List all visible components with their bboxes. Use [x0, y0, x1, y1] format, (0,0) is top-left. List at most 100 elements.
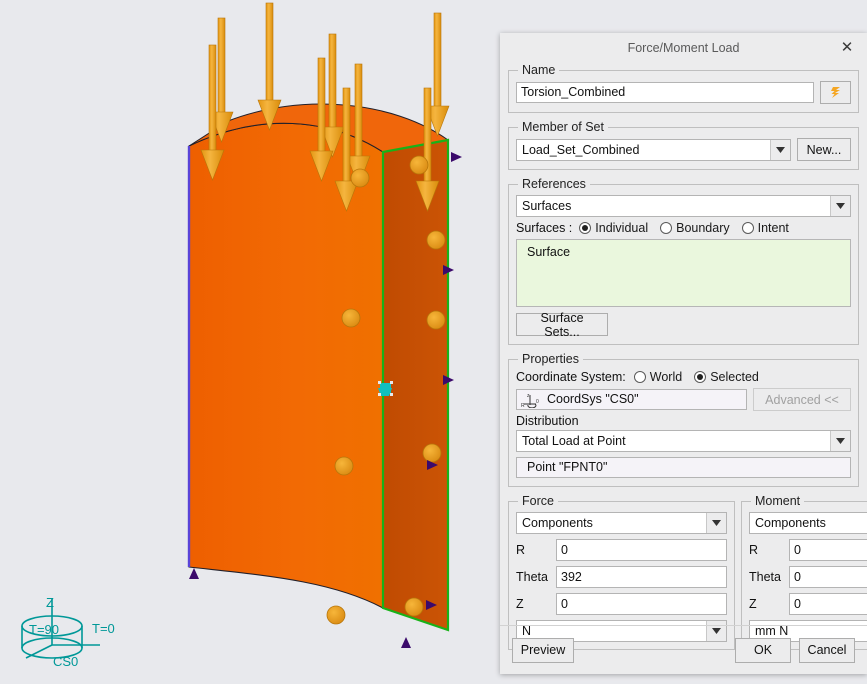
distribution-row: Total Load at Point: [516, 430, 851, 452]
moment-z-label: Z: [749, 597, 757, 611]
force-r-input[interactable]: [556, 539, 727, 561]
radio-world[interactable]: World: [633, 370, 683, 384]
triad-t90-label: T=90: [29, 622, 59, 637]
radio-boundary-dot: [660, 222, 673, 234]
distribution-label: Distribution: [516, 414, 579, 428]
load-point-marker: [378, 381, 393, 396]
new-set-button[interactable]: New...: [797, 138, 851, 161]
chevron-down-icon[interactable]: [830, 431, 850, 451]
ok-button[interactable]: OK: [735, 637, 791, 663]
triad-t0-label: T=0: [92, 621, 115, 636]
moment-z-row: Z: [749, 593, 867, 615]
member-of-set-row: Load_Set_Combined New...: [516, 138, 851, 161]
force-legend: Force: [522, 494, 554, 508]
radio-world-label: World: [649, 370, 683, 384]
force-moment-load-dialog: Force/Moment Load ✕ Name Member of Set L…: [500, 33, 867, 674]
name-row: [516, 81, 851, 104]
force-theta-input[interactable]: [556, 566, 727, 588]
moment-r-row: R: [749, 539, 867, 561]
load-type-icon: [830, 86, 840, 98]
radio-individual[interactable]: Individual: [579, 221, 648, 235]
surface-load-dot: [409, 155, 429, 175]
dialog-body: Name Member of Set Load_Set_Combined: [500, 63, 867, 650]
radio-individual-dot: [579, 222, 592, 234]
triad-z-label: Z: [46, 595, 54, 610]
force-mode-value: Components: [522, 516, 593, 530]
radio-intent[interactable]: Intent: [741, 221, 789, 235]
surface-load-dot: [422, 443, 442, 463]
moment-mode-row: Components: [749, 512, 867, 534]
force-z-row: Z: [516, 593, 727, 615]
properties-legend: Properties: [522, 352, 579, 366]
coordinate-system-row: z R 0 CoordSys "CS0" Advanced <<: [516, 388, 851, 411]
name-group: Name: [508, 63, 859, 113]
force-theta-row: Theta: [516, 566, 727, 588]
force-mode-row: Components: [516, 512, 727, 534]
force-mode-combo[interactable]: Components: [516, 512, 727, 534]
model-side-face: [383, 140, 448, 630]
coordinate-system-field[interactable]: z R 0 CoordSys "CS0": [516, 389, 747, 410]
surface-load-dot: [404, 597, 424, 617]
radio-intent-dot: [741, 222, 754, 234]
triad-cs-label: CS0: [53, 654, 78, 669]
radio-boundary[interactable]: Boundary: [660, 221, 730, 235]
radio-intent-label: Intent: [757, 221, 789, 235]
name-input[interactable]: [516, 82, 814, 103]
references-group: References Surfaces Surfaces : Individua…: [508, 177, 859, 345]
surface-load-dot: [350, 168, 370, 188]
surface-load-dot: [426, 310, 446, 330]
moment-legend: Moment: [755, 494, 801, 508]
surface-list[interactable]: Surface: [516, 239, 851, 307]
moment-theta-input[interactable]: [789, 566, 867, 588]
coordinate-system-value: CoordSys "CS0": [547, 392, 639, 406]
member-of-set-combo[interactable]: Load_Set_Combined: [516, 138, 791, 161]
surfaces-label: Surfaces :: [516, 221, 573, 235]
chevron-down-icon[interactable]: [830, 196, 850, 216]
force-z-input[interactable]: [556, 593, 727, 615]
point-field[interactable]: Point "FPNT0": [516, 457, 851, 478]
list-item[interactable]: Surface: [527, 245, 850, 259]
surface-load-dot: [326, 605, 346, 625]
surface-load-dot: [334, 456, 354, 476]
moment-r-label: R: [749, 543, 759, 557]
distribution-value: Total Load at Point: [522, 434, 626, 448]
svg-text:R: R: [521, 403, 525, 408]
cancel-button[interactable]: Cancel: [799, 637, 855, 663]
references-type-combo[interactable]: Surfaces: [516, 195, 851, 217]
references-legend: References: [522, 177, 586, 191]
coordinate-system-label: Coordinate System:: [516, 370, 626, 384]
load-type-icon-button[interactable]: [820, 81, 851, 104]
point-value: Point "FPNT0": [527, 460, 608, 474]
member-of-set-group: Member of Set Load_Set_Combined New...: [508, 120, 859, 170]
surfaces-mode-radios: Surfaces : Individual Boundary Intent: [516, 221, 851, 235]
close-icon[interactable]: ✕: [837, 38, 857, 58]
radio-selected[interactable]: Selected: [694, 370, 759, 384]
surface-load-dot: [426, 230, 446, 250]
dialog-title: Force/Moment Load: [627, 41, 740, 55]
radio-selected-dot: [694, 371, 707, 383]
surface-load-dot: [341, 308, 361, 328]
advanced-button[interactable]: Advanced <<: [753, 388, 851, 411]
footer-right-buttons: OK Cancel: [735, 637, 855, 663]
dialog-titlebar: Force/Moment Load ✕: [500, 33, 867, 63]
properties-group: Properties Coordinate System: World Sele…: [508, 352, 859, 487]
moment-theta-label: Theta: [749, 570, 781, 584]
moment-theta-row: Theta: [749, 566, 867, 588]
coordinate-system-radios: Coordinate System: World Selected: [516, 370, 851, 384]
model-solid: [187, 103, 450, 632]
moment-mode-combo[interactable]: Components: [749, 512, 867, 534]
references-type-value: Surfaces: [522, 199, 572, 213]
point-row: Point "FPNT0": [516, 457, 851, 478]
preview-button[interactable]: Preview: [512, 637, 574, 663]
surface-sets-row: Surface Sets...: [516, 311, 851, 339]
coordsys-icon: z R 0: [521, 392, 543, 408]
radio-individual-label: Individual: [595, 221, 649, 235]
surface-sets-button[interactable]: Surface Sets...: [516, 311, 608, 339]
moment-z-input[interactable]: [789, 593, 867, 615]
force-r-row: R: [516, 539, 727, 561]
moment-r-input[interactable]: [789, 539, 867, 561]
radio-selected-label: Selected: [710, 370, 759, 384]
chevron-down-icon[interactable]: [770, 139, 790, 160]
distribution-combo[interactable]: Total Load at Point: [516, 430, 851, 452]
chevron-down-icon[interactable]: [706, 513, 726, 533]
